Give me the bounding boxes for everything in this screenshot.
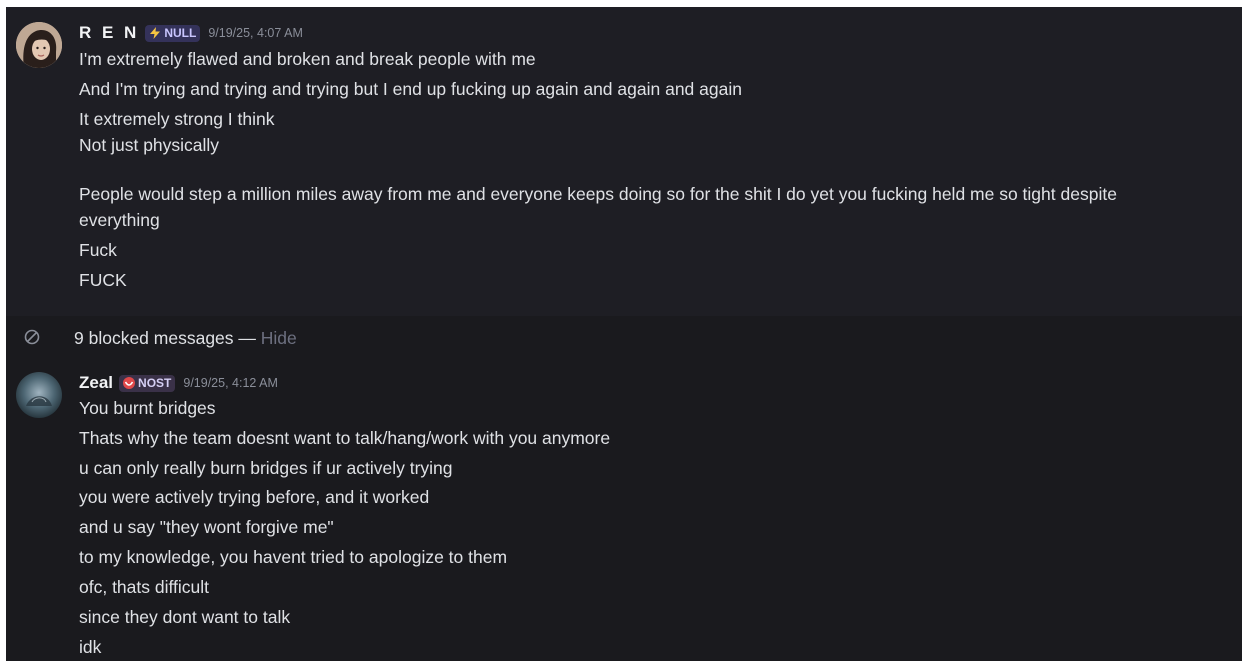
message-line: you were actively trying before, and it … — [79, 487, 430, 507]
message-line: u can only really burn bridges if ur act… — [79, 458, 453, 478]
message-line: ofc, thats difficult — [79, 577, 210, 597]
message-line: People would step a million miles away f… — [79, 184, 1117, 230]
blocked-count-label: 9 blocked messages — — [74, 328, 261, 348]
user-avatar-ren[interactable] — [16, 22, 62, 68]
username[interactable]: R E N — [79, 23, 139, 43]
message-line: And I'm trying and trying and trying but… — [79, 79, 742, 99]
message-line: FUCK — [79, 270, 127, 290]
message-line: to my knowledge, you havent tried to apo… — [79, 547, 508, 567]
message-header: R E N NULL 9/19/25, 4:07 AM — [79, 23, 303, 43]
message-group-ren: R E N NULL 9/19/25, 4:07 AM I'm extremel… — [6, 7, 1242, 316]
message-timestamp: 9/19/25, 4:07 AM — [208, 26, 303, 40]
user-tag[interactable]: NOST — [119, 374, 176, 392]
message-group-zeal: Zeal NOST 9/19/25, 4:12 AM You burnt bri… — [6, 356, 1242, 661]
message-line: idk — [79, 637, 102, 657]
message-line: since they dont want to talk — [79, 607, 291, 627]
lightning-icon — [148, 26, 162, 40]
avatar-dark-scene-icon — [16, 372, 62, 418]
message-line: You burnt bridges — [79, 398, 216, 418]
message-line: Not just physically — [79, 135, 220, 155]
username[interactable]: Zeal — [79, 373, 113, 393]
blocked-messages-row: 9 blocked messages — Hide — [6, 316, 1242, 356]
message-line-wrapped: People would step a million miles away f… — [79, 181, 1202, 233]
message-line: I'm extremely flawed and broken and brea… — [79, 49, 536, 69]
blocked-circle-icon — [24, 329, 40, 345]
user-tag-label: NULL — [164, 26, 197, 40]
message-line: Fuck — [79, 240, 117, 260]
blocked-messages-text: 9 blocked messages — Hide — [74, 328, 297, 349]
red-badge-icon — [122, 376, 136, 390]
user-avatar-zeal[interactable] — [16, 372, 62, 418]
message-line: Thats why the team doesnt want to talk/h… — [79, 428, 611, 448]
chat-panel: R E N NULL 9/19/25, 4:07 AM I'm extremel… — [6, 7, 1242, 661]
user-tag[interactable]: NULL — [145, 24, 201, 42]
avatar-portrait-icon — [16, 22, 62, 68]
message-header: Zeal NOST 9/19/25, 4:12 AM — [79, 373, 278, 393]
user-tag-label: NOST — [138, 376, 172, 390]
message-line: It extremely strong I think — [79, 109, 275, 129]
hide-blocked-link[interactable]: Hide — [261, 328, 297, 348]
message-timestamp: 9/19/25, 4:12 AM — [183, 376, 278, 390]
message-line: and u say "they wont forgive me" — [79, 517, 334, 537]
